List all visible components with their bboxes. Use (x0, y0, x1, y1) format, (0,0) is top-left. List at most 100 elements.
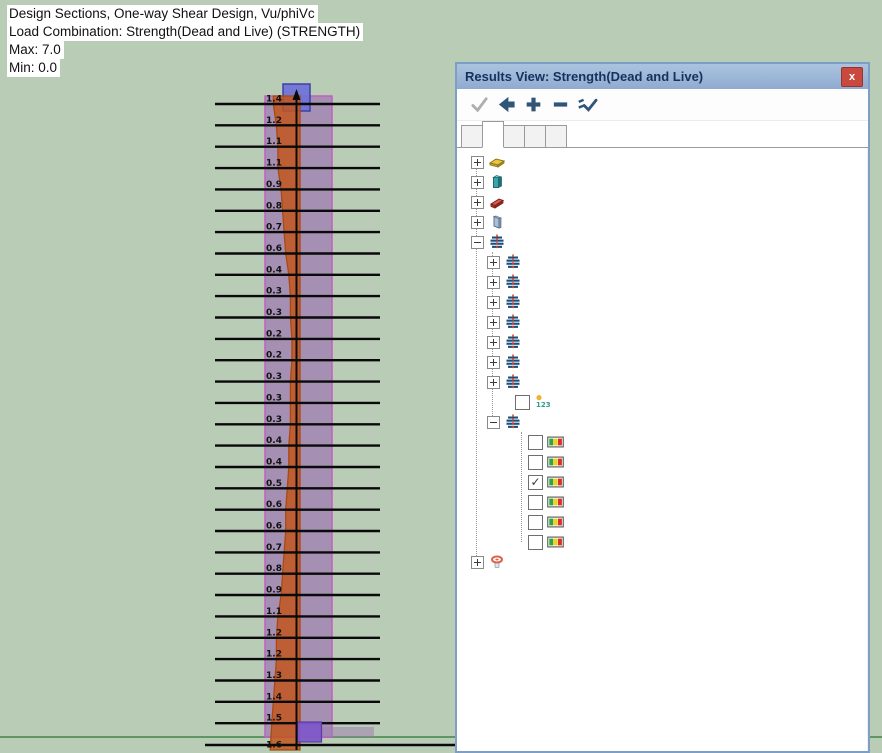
collapse-toggle-icon[interactable] (487, 416, 500, 429)
back-arrow-icon[interactable] (494, 95, 518, 115)
tab-settings[interactable] (545, 125, 567, 147)
colorscale-icon (547, 436, 564, 448)
floor-value-label: 0.5 (266, 479, 282, 489)
colorscale-icon (547, 516, 564, 528)
checkbox-concrete-shear-strength-phivc[interactable] (528, 455, 543, 470)
expand-toggle-icon[interactable] (487, 276, 500, 289)
wall-icon (489, 214, 505, 230)
beam-icon (489, 194, 505, 210)
floor-value-label: 0.4 (266, 458, 282, 468)
checkbox-design-criteria[interactable] (515, 395, 530, 410)
expand-toggle-icon[interactable] (487, 316, 500, 329)
collapse-toggle-icon[interactable] (471, 236, 484, 249)
tree-item-contribution-of-prestressing-to-moment-capacity-of-beam[interactable] (457, 372, 867, 392)
floor-value-label: 0.7 (266, 223, 282, 233)
section-icon (505, 334, 521, 350)
expand-toggle-icon[interactable] (471, 176, 484, 189)
tree-item-reinforcement-longitudinal[interactable] (457, 352, 867, 372)
floor-value-label: 0.2 (266, 329, 282, 339)
expand-toggle-icon[interactable] (487, 376, 500, 389)
tab-loads[interactable] (461, 125, 483, 147)
panel-toolbar (457, 89, 868, 121)
slab-icon (489, 154, 505, 170)
help-icon[interactable] (602, 95, 626, 115)
criteria-icon: 123 (534, 394, 550, 410)
tree-item-one-way-shear-design[interactable] (457, 412, 867, 432)
legend-result-type: Design Sections, One-way Shear Design, V… (7, 5, 318, 23)
checkbox-vu-phivc[interactable]: ✓ (528, 475, 543, 490)
colorscale-icon (547, 456, 564, 468)
colorscale-icon (547, 496, 564, 508)
tree-item-wall[interactable] (457, 212, 867, 232)
apply-check-icon[interactable] (467, 95, 491, 115)
legend-max-value: Max: 7.0 (7, 41, 64, 59)
floor-value-label: 1.1 (266, 137, 282, 147)
panel-tabs (457, 121, 868, 148)
floor-value-label: 0.6 (266, 522, 282, 532)
expand-toggle-icon[interactable] (471, 196, 484, 209)
tree-item-vu-phivc[interactable]: ✓ (457, 472, 867, 492)
expand-toggle-icon[interactable] (487, 356, 500, 369)
tree-item-investigation[interactable] (457, 332, 867, 352)
load-takedown-icon (489, 554, 505, 570)
checkbox-shear-stirrups[interactable] (528, 535, 543, 550)
expand-toggle-icon[interactable] (471, 556, 484, 569)
floor-value-label: 0.3 (266, 415, 282, 425)
panel-titlebar[interactable]: Results View: Strength(Dead and Live) x (457, 64, 868, 89)
tree-item-beam[interactable] (457, 192, 867, 212)
floor-value-label: 0.4 (266, 265, 282, 275)
legend-load-combination: Load Combination: Strength(Dead and Live… (7, 23, 363, 41)
application-viewport: 1.4 1.2 1.1 1.1 0.9 0.8 0.7 0.6 0.4 0.3 0.3 0.2 0.2 0… (0, 0, 882, 753)
tree-item-stresses[interactable] (457, 292, 867, 312)
floor-value-label: 0.2 (266, 351, 282, 361)
expand-toggle-icon[interactable] (487, 256, 500, 269)
tree-item-actions[interactable] (457, 272, 867, 292)
floor-value-label: 1.4 (266, 95, 282, 105)
close-button[interactable]: x (841, 67, 863, 87)
expand-toggle-icon[interactable] (487, 336, 500, 349)
tree-item-concrete-shear-strength-phivc[interactable] (457, 452, 867, 472)
check-all-icon[interactable] (575, 95, 599, 115)
tree-item-balanced-loading[interactable] (457, 312, 867, 332)
tree-item-asv-required[interactable] (457, 492, 867, 512)
floor-value-label: 0.3 (266, 372, 282, 382)
tab-analysis[interactable] (482, 121, 504, 148)
tree-item-load-takedown[interactable] (457, 552, 867, 572)
expand-toggle-icon[interactable] (471, 216, 484, 229)
tree-item-asv-provided[interactable] (457, 512, 867, 532)
tree-item-slab[interactable] (457, 152, 867, 172)
floor-value-label: 0.8 (266, 201, 282, 211)
section-icon (505, 354, 521, 370)
colorscale-icon (547, 476, 564, 488)
tab-colorize[interactable] (503, 125, 525, 147)
tree-item-design-sections[interactable] (457, 232, 867, 252)
colorscale-icon (547, 536, 564, 548)
floor-value-label: 1.2 (266, 116, 282, 126)
tab-display[interactable] (524, 125, 546, 147)
tree-item-column[interactable] (457, 172, 867, 192)
section-icon (505, 374, 521, 390)
section-icon (505, 414, 521, 430)
checkbox-asv-provided[interactable] (528, 515, 543, 530)
section-icon (489, 234, 505, 250)
expand-toggle-icon[interactable] (471, 156, 484, 169)
checkbox-shear-stress-check-ng[interactable] (528, 435, 543, 450)
section-icon (505, 254, 521, 270)
floor-value-label: 0.3 (266, 393, 282, 403)
floor-value-label: 0.9 (266, 586, 282, 596)
column-icon (489, 174, 505, 190)
expand-toggle-icon[interactable] (487, 296, 500, 309)
tree-item-shear-stress-check-ng[interactable] (457, 432, 867, 452)
floor-value-label: 1.1 (266, 607, 282, 617)
floor-value-label: 0.8 (266, 564, 282, 574)
section-icon (505, 294, 521, 310)
svg-text:123: 123 (536, 401, 550, 409)
tree-item-deformation[interactable] (457, 252, 867, 272)
tree-item-shear-stirrups[interactable] (457, 532, 867, 552)
add-icon[interactable] (521, 95, 545, 115)
remove-icon[interactable] (548, 95, 572, 115)
section-icon (505, 314, 521, 330)
checkbox-asv-required[interactable] (528, 495, 543, 510)
tree-item-design-criteria[interactable]: 123 (457, 392, 867, 412)
wall-band-footing (322, 727, 374, 737)
